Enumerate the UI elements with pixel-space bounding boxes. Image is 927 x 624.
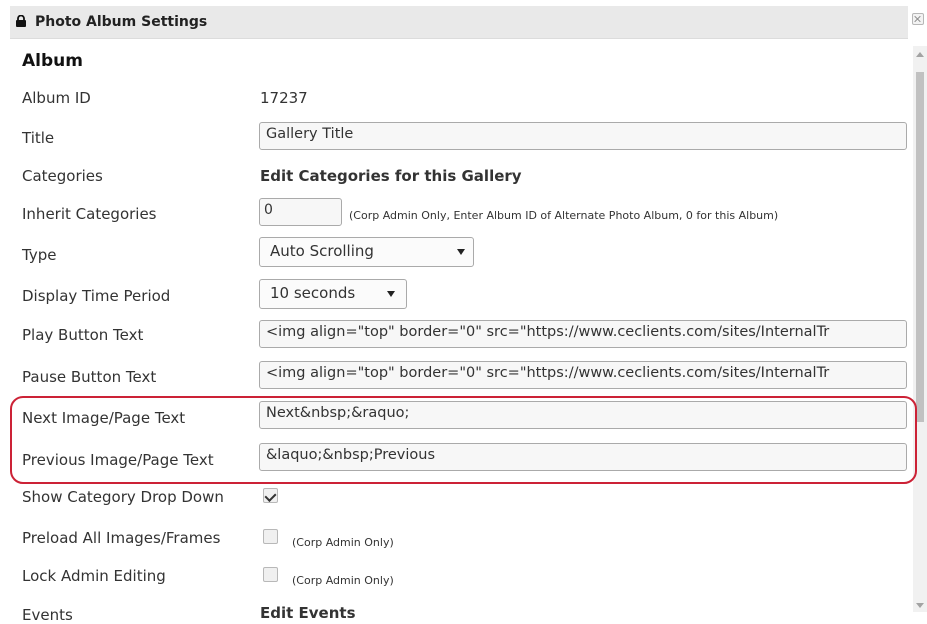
section-heading-album: Album	[22, 51, 83, 71]
show-category-drop-down-checkbox[interactable]	[263, 488, 278, 503]
lock-admin-editing-label: Lock Admin Editing	[22, 567, 166, 585]
type-select-value: Auto Scrolling	[270, 242, 374, 260]
inherit-categories-hint: (Corp Admin Only, Enter Album ID of Alte…	[349, 209, 779, 222]
display-time-period-label: Display Time Period	[22, 287, 171, 305]
scroll-up-icon[interactable]	[916, 52, 924, 57]
pause-button-text-label: Pause Button Text	[22, 368, 157, 386]
scroll-down-icon[interactable]	[916, 603, 924, 608]
play-button-text-input[interactable]: <img align="top" border="0" src="https:/…	[259, 320, 907, 348]
categories-label: Categories	[22, 167, 103, 185]
edit-categories-link[interactable]: Edit Categories for this Gallery	[260, 167, 522, 185]
title-label: Title	[22, 129, 55, 147]
type-select[interactable]: Auto Scrolling	[259, 237, 474, 267]
check-icon	[264, 489, 277, 503]
show-category-drop-down-label: Show Category Drop Down	[22, 488, 224, 506]
dialog-title: Photo Album Settings	[35, 14, 208, 30]
lock-admin-editing-hint: (Corp Admin Only)	[292, 574, 394, 587]
display-time-period-select-value: 10 seconds	[270, 284, 356, 302]
chevron-down-icon	[457, 249, 465, 255]
dialog-titlebar: Photo Album Settings	[10, 6, 908, 39]
close-icon[interactable]	[912, 13, 924, 25]
vertical-scrollbar[interactable]	[913, 46, 927, 612]
album-id-label: Album ID	[22, 89, 91, 107]
chevron-down-icon	[387, 291, 395, 297]
title-input[interactable]: Gallery Title	[259, 122, 907, 150]
album-id-value: 17237	[260, 89, 308, 107]
edit-events-link[interactable]: Edit Events	[260, 604, 356, 622]
type-label: Type	[22, 246, 57, 264]
highlight-annotation	[10, 396, 917, 484]
inherit-categories-input[interactable]: 0	[259, 198, 342, 226]
inherit-categories-label: Inherit Categories	[22, 205, 157, 223]
play-button-text-label: Play Button Text	[22, 326, 144, 344]
lock-icon	[16, 15, 26, 27]
pause-button-text-input[interactable]: <img align="top" border="0" src="https:/…	[259, 361, 907, 389]
lock-admin-editing-checkbox[interactable]	[263, 567, 278, 582]
scrollbar-thumb[interactable]	[916, 72, 924, 422]
preload-all-images-frames-checkbox[interactable]	[263, 529, 278, 544]
events-label: Events	[22, 606, 73, 624]
preload-all-images-frames-hint: (Corp Admin Only)	[292, 536, 394, 549]
display-time-period-select[interactable]: 10 seconds	[259, 279, 407, 309]
preload-all-images-frames-label: Preload All Images/Frames	[22, 529, 221, 547]
